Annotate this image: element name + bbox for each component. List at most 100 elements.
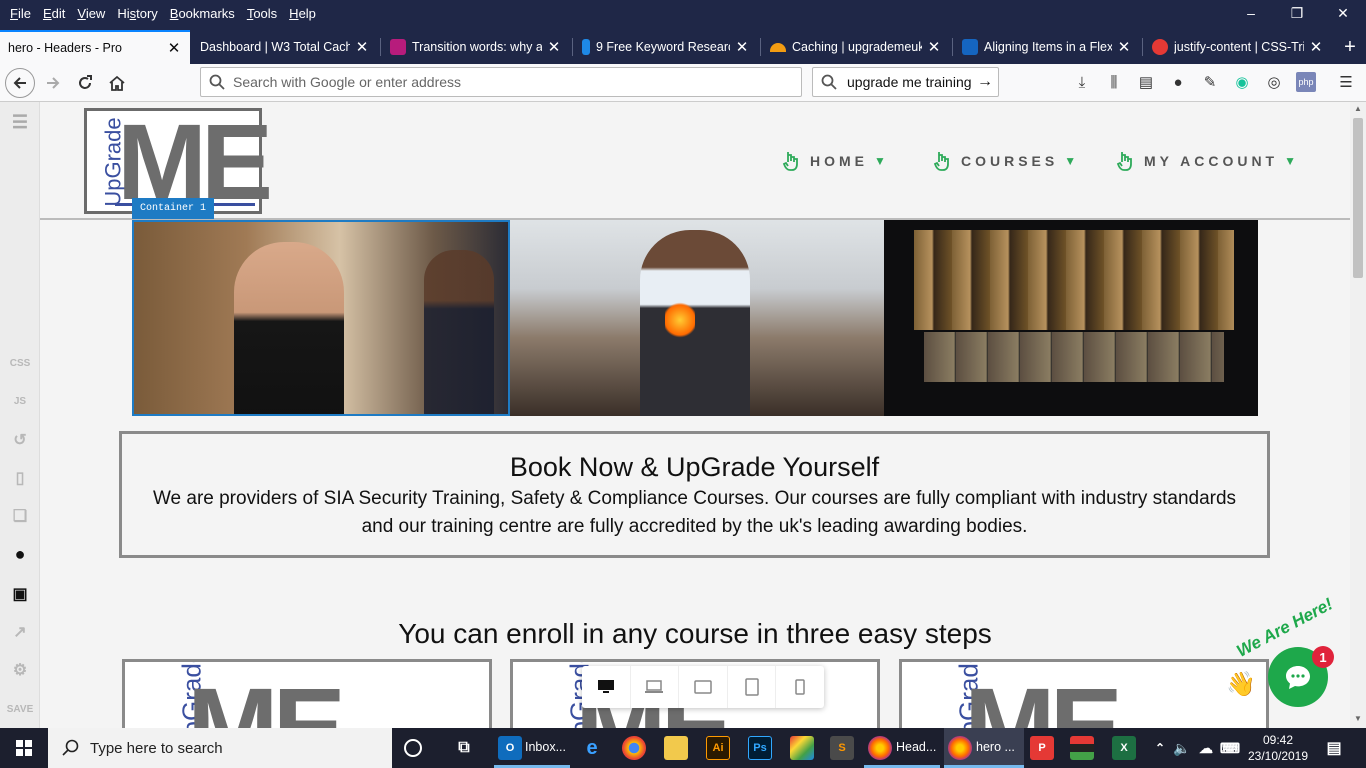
rail-css[interactable]: CSS <box>0 358 40 369</box>
cloudflare-favicon-icon <box>770 42 786 52</box>
tab-hero-headers[interactable]: hero - Headers - Pro ✕ <box>0 30 190 64</box>
close-tab-icon[interactable]: ✕ <box>926 38 942 56</box>
menu-bookmarks[interactable]: Bookmarks <box>164 6 241 21</box>
tab-title: Aligning Items in a Flex Container <box>984 40 1112 54</box>
layout-icon[interactable]: ▯ <box>0 468 40 488</box>
new-tab-button[interactable]: + <box>1334 30 1366 64</box>
taskbar-search[interactable]: Type here to search <box>48 728 392 768</box>
desktop-preview-icon[interactable] <box>582 666 631 708</box>
cortana-icon[interactable] <box>404 739 422 757</box>
illustrator-icon[interactable]: Ai <box>706 736 730 760</box>
tab-aligning-items[interactable]: Aligning Items in a Flex Container ✕ <box>954 30 1140 64</box>
nav-my-account[interactable]: MY ACCOUNT ▼ <box>1116 150 1296 172</box>
home-button[interactable] <box>102 68 132 98</box>
task-view-icon[interactable]: ⧉ <box>452 736 476 760</box>
tab-caching[interactable]: Caching | upgrademeuk ✕ <box>762 30 950 64</box>
firefox-headers-label[interactable]: Head... <box>896 740 936 754</box>
page-scrollbar[interactable]: ▲ ▼ <box>1350 102 1366 728</box>
tab-justify-content[interactable]: justify-content | CSS-Tricks ✕ <box>1144 30 1332 64</box>
nav-home[interactable]: HOME ▼ <box>782 150 886 172</box>
scroll-thumb[interactable] <box>1353 118 1363 278</box>
tab-transition-words[interactable]: Transition words: why and how ✕ <box>382 30 570 64</box>
firefox-icon[interactable] <box>948 736 972 760</box>
menu-edit[interactable]: Edit <box>37 6 71 21</box>
menu-view[interactable]: View <box>71 6 111 21</box>
laptop-preview-icon[interactable] <box>631 666 680 708</box>
sidebar-toggle-icon[interactable]: ▤ <box>1136 72 1156 92</box>
chevron-down-circle-icon[interactable]: ● <box>0 544 40 565</box>
library-icon[interactable]: ⫼ <box>1104 72 1124 92</box>
menu-file[interactable]: File <box>4 6 37 21</box>
photoshop-icon[interactable]: Ps <box>748 736 772 760</box>
step-card-3[interactable]: UpGrade ME <box>899 659 1269 728</box>
waving-hand-icon: 👋 <box>1226 671 1256 698</box>
close-window-button[interactable]: ✕ <box>1320 0 1366 26</box>
tab-w3-total-cache[interactable]: Dashboard | W3 Total Cache ✕ <box>192 30 378 64</box>
chrome-icon[interactable] <box>622 736 646 760</box>
rail-menu-icon[interactable]: ☰ <box>0 112 40 133</box>
bartender-image[interactable] <box>510 220 884 416</box>
search-bar[interactable]: upgrade me training → <box>812 67 999 97</box>
firefox-icon[interactable] <box>868 736 892 760</box>
close-tab-icon[interactable]: ✕ <box>1308 38 1324 56</box>
close-tab-icon[interactable]: ✕ <box>1116 38 1132 56</box>
office-icon[interactable]: P <box>1030 736 1054 760</box>
file-explorer-icon[interactable] <box>664 736 688 760</box>
close-tab-icon[interactable]: ✕ <box>166 39 182 57</box>
eyedropper-icon[interactable]: ✎ <box>1200 72 1220 92</box>
sublime-icon[interactable]: S <box>830 736 854 760</box>
search-go-icon[interactable]: → <box>977 73 993 91</box>
external-link-icon[interactable]: ↗ <box>0 622 40 642</box>
templates-icon[interactable]: ❏ <box>0 506 40 526</box>
scroll-down-icon[interactable]: ▼ <box>1354 714 1362 723</box>
nav-courses[interactable]: COURSES ▼ <box>933 150 1076 172</box>
security-guard-image[interactable] <box>132 220 510 416</box>
start-button[interactable] <box>0 728 48 768</box>
settings-gear-icon[interactable]: ⚙ <box>0 660 40 680</box>
rail-js[interactable]: JS <box>0 396 40 407</box>
back-button[interactable] <box>5 68 35 98</box>
close-tab-icon[interactable]: ✕ <box>354 38 370 56</box>
rail-save[interactable]: SAVE <box>0 704 40 715</box>
downloads-icon[interactable]: ⤓ <box>1072 72 1092 92</box>
outlook-label[interactable]: Inbox... <box>525 740 566 754</box>
volume-icon[interactable]: 🔈 <box>1170 736 1194 760</box>
scroll-up-icon[interactable]: ▲ <box>1354 104 1362 113</box>
reload-button[interactable] <box>70 68 100 98</box>
address-bar[interactable]: Search with Google or enter address <box>200 67 802 97</box>
firefox-hero-label[interactable]: hero ... <box>976 740 1015 754</box>
tablet-portrait-preview-icon[interactable] <box>728 666 777 708</box>
menu-history[interactable]: History <box>111 6 163 21</box>
tab-keyword-research[interactable]: 9 Free Keyword Research Tools ✕ <box>574 30 758 64</box>
excel-icon[interactable]: X <box>1112 736 1136 760</box>
flag-app-icon[interactable] <box>1070 736 1094 760</box>
history-icon[interactable]: ↺ <box>0 430 40 450</box>
restore-button[interactable]: ❐ <box>1274 0 1320 26</box>
outlook-icon[interactable]: O <box>498 736 522 760</box>
edge-icon[interactable]: e <box>580 736 604 760</box>
hamburger-menu-icon[interactable]: ☰ <box>1336 72 1356 92</box>
forward-button[interactable] <box>38 68 68 98</box>
chat-notification-badge: 1 <box>1312 646 1334 668</box>
close-tab-icon[interactable]: ✕ <box>546 38 562 56</box>
account-icon[interactable]: ◎ <box>1264 72 1284 92</box>
grammarly-icon[interactable]: ◉ <box>1232 72 1252 92</box>
php-icon[interactable]: php <box>1296 72 1316 92</box>
tablet-landscape-preview-icon[interactable] <box>679 666 728 708</box>
colorzilla-icon[interactable]: ● <box>1168 72 1188 92</box>
step-card-1[interactable]: UpGrade ME <box>122 659 492 728</box>
menu-tools[interactable]: Tools <box>241 6 283 21</box>
menu-help[interactable]: Help <box>283 6 322 21</box>
chat-icon <box>1286 666 1310 689</box>
paint-app-icon[interactable] <box>790 736 814 760</box>
taskbar-clock[interactable]: 09:42 23/10/2019 <box>1246 732 1310 764</box>
onedrive-icon[interactable]: ☁ <box>1194 736 1218 760</box>
close-tab-icon[interactable]: ✕ <box>734 38 750 56</box>
tray-chevron-up-icon[interactable]: ⌃ <box>1148 736 1172 760</box>
mobile-preview-icon[interactable] <box>776 666 824 708</box>
responsive-icon[interactable]: ▣ <box>0 584 40 604</box>
cctv-monitors-image[interactable] <box>884 220 1258 416</box>
notifications-icon[interactable]: ▤ <box>1322 736 1346 760</box>
minimize-button[interactable]: – <box>1228 0 1274 26</box>
network-icon[interactable]: ⌨ <box>1218 736 1242 760</box>
